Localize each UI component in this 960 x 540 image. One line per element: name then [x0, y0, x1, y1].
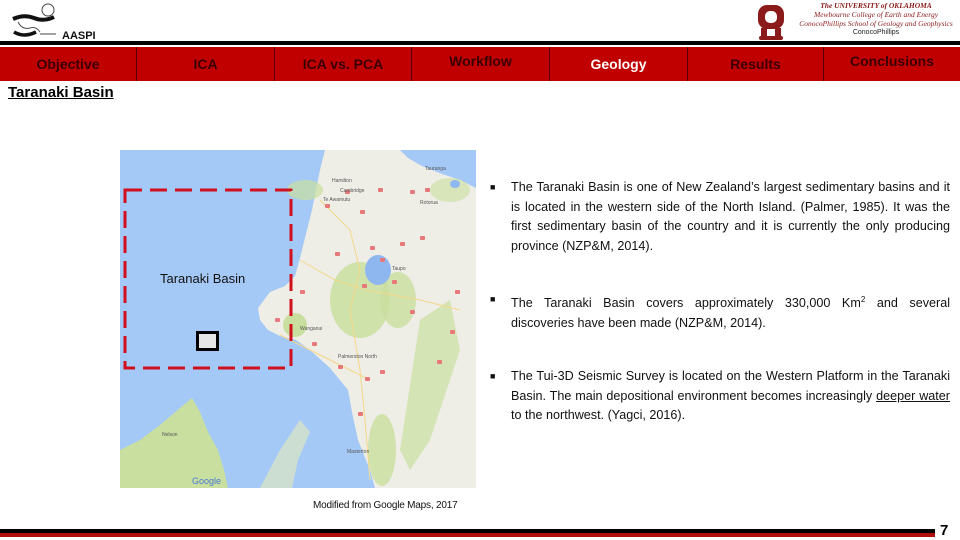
header-rule — [0, 41, 960, 45]
map-label: Te Awamutu — [323, 197, 350, 203]
page-number: 7 — [940, 522, 949, 539]
bullet-text: The Taranaki Basin covers approximately … — [511, 296, 861, 311]
nav-tab-label: Geology — [590, 56, 647, 72]
map-label: Cambridge — [340, 188, 365, 194]
bullet-text: The Taranaki Basin is one of New Zealand… — [511, 180, 950, 253]
bullet-marker-icon: ■ — [490, 294, 496, 304]
school-name: ConocoPhillips School of Geology and Geo… — [799, 19, 953, 28]
ou-logo-icon — [752, 2, 792, 42]
map-graphic: Tauranga Hamilton Cambridge Te Awamutu R… — [120, 150, 476, 488]
bullet-item: ■ The Tui-3D Seismic Survey is located o… — [490, 367, 950, 426]
map-label: Wanganui — [300, 326, 322, 332]
section-title: Taranaki Basin — [8, 84, 114, 101]
tui-3d-survey-marker — [196, 331, 219, 351]
college-name: Mewbourne College of Earth and Energy — [813, 10, 939, 19]
map-image: Tauranga Hamilton Cambridge Te Awamutu R… — [120, 150, 476, 488]
nav-tab-geology[interactable]: Geology — [550, 47, 688, 81]
park-area — [430, 178, 470, 202]
nav-tab-conclusions[interactable]: Conclusions — [824, 47, 960, 81]
nav-tab-ica-vs-pca[interactable]: ICA vs. PCA — [275, 47, 412, 81]
map-caption: Modified from Google Maps, 2017 — [313, 500, 458, 511]
park-area — [368, 414, 396, 486]
park-area — [283, 313, 307, 337]
map-label: Nelson — [162, 432, 178, 438]
underlined-text: deeper water — [876, 388, 950, 403]
map-label: Masterton — [347, 449, 369, 455]
nav-tab-label: Results — [730, 56, 781, 72]
section-nav: Objective ICA ICA vs. PCA Workflow Geolo… — [0, 47, 960, 81]
university-name: The UNIVERSITY of OKLAHOMA — [820, 1, 932, 10]
map-label: Palmerston North — [338, 354, 377, 360]
bullet-marker-icon: ■ — [490, 371, 496, 381]
bullet-item: ■ The Taranaki Basin is one of New Zeala… — [490, 178, 950, 256]
aaspi-logo-icon — [10, 2, 60, 40]
sponsor-name: ConocoPhillips — [852, 29, 900, 36]
bullet-marker-icon: ■ — [490, 182, 496, 192]
nav-tab-label: Objective — [36, 56, 100, 72]
nav-tab-results[interactable]: Results — [688, 47, 824, 81]
nav-tab-label: Conclusions — [849, 53, 934, 69]
nav-tab-objective[interactable]: Objective — [0, 47, 137, 81]
south-island-land — [120, 398, 228, 488]
map-label: Taupo — [392, 266, 406, 272]
bullet-item: ■ The Taranaki Basin covers approximatel… — [490, 290, 950, 333]
university-wordmark: The UNIVERSITY of OKLAHOMA Mewbourne Col… — [796, 1, 956, 37]
nav-tab-label: ICA — [193, 56, 218, 72]
bullet-text: to the northwest. (Yagci, 2016). — [511, 408, 686, 422]
google-watermark: Google — [192, 476, 221, 486]
map-label: Hamilton — [332, 178, 352, 184]
nav-tab-ica[interactable]: ICA — [137, 47, 275, 81]
lake-rotorua — [450, 180, 460, 188]
nav-tab-label: Workflow — [449, 53, 512, 69]
lake-taupo — [365, 255, 391, 285]
map-label: Tauranga — [425, 166, 446, 172]
footer-rule-red — [0, 533, 935, 537]
basin-label: Taranaki Basin — [160, 271, 246, 286]
marlborough-sounds — [260, 420, 310, 488]
map-label: Rotorua — [420, 200, 438, 206]
nav-tab-workflow[interactable]: Workflow — [412, 47, 550, 81]
nav-tab-label: ICA vs. PCA — [302, 56, 384, 72]
